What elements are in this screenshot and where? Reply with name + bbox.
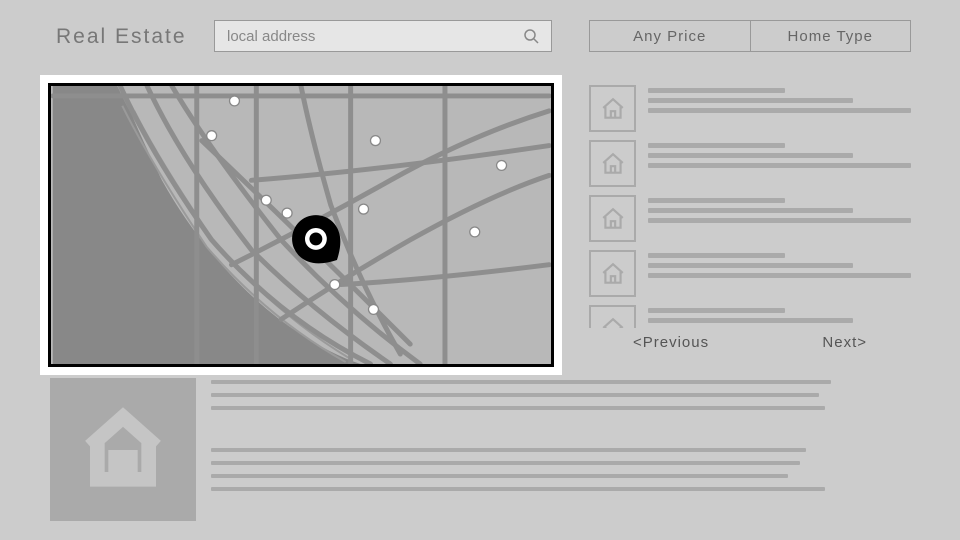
home-icon [600, 206, 626, 232]
home-icon [79, 406, 167, 494]
detail-thumb [50, 378, 196, 521]
next-button[interactable]: Next> [822, 334, 867, 351]
list-item[interactable] [589, 140, 911, 187]
list-item[interactable] [589, 85, 911, 132]
map[interactable] [48, 83, 554, 367]
pagination: <Previous Next> [589, 328, 911, 351]
results-list: <Previous Next> [589, 85, 911, 351]
list-item[interactable] [589, 305, 911, 328]
listing-thumb [589, 305, 636, 328]
listing-thumb [589, 140, 636, 187]
search-icon [523, 28, 539, 44]
map-frame [40, 75, 562, 375]
app-title: Real Estate [56, 25, 187, 49]
price-filter[interactable]: Any Price [590, 21, 751, 51]
detail-description [211, 380, 831, 491]
list-item[interactable] [589, 250, 911, 297]
list-item[interactable] [589, 195, 911, 242]
home-icon [600, 96, 626, 122]
home-icon [600, 151, 626, 177]
search-box[interactable] [214, 20, 552, 52]
home-icon [600, 316, 626, 329]
home-type-filter[interactable]: Home Type [751, 21, 911, 51]
previous-button[interactable]: <Previous [633, 334, 709, 351]
filter-group: Any Price Home Type [589, 20, 911, 52]
search-input[interactable] [227, 28, 523, 45]
listing-thumb [589, 250, 636, 297]
home-icon [600, 261, 626, 287]
listing-thumb [589, 85, 636, 132]
listing-thumb [589, 195, 636, 242]
